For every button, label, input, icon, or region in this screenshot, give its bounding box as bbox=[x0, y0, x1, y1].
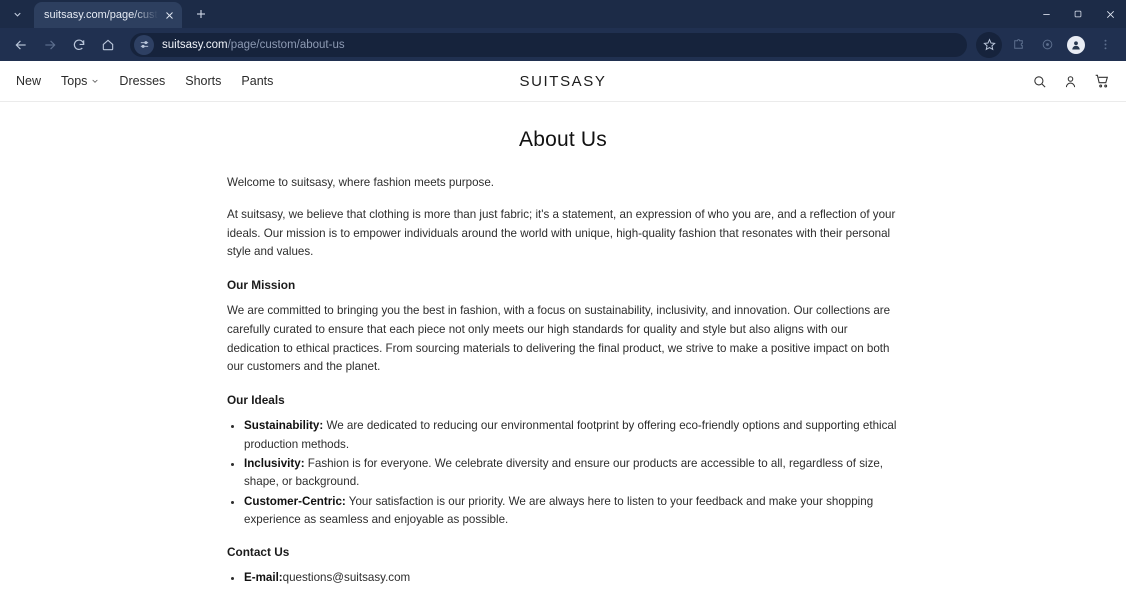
list-item: E-mail:questions@suitsasy.com bbox=[244, 569, 899, 588]
url-host: suitsasy.com bbox=[162, 38, 228, 51]
account-icon[interactable] bbox=[1063, 74, 1078, 89]
close-window-button[interactable] bbox=[1094, 0, 1126, 28]
content-wrapper: About Us Welcome to suitsasy, where fash… bbox=[227, 128, 899, 588]
tab-search-icon[interactable] bbox=[4, 1, 30, 27]
nav-item-pants[interactable]: Pants bbox=[241, 74, 273, 88]
nav-item-dresses[interactable]: Dresses bbox=[119, 74, 165, 88]
target-icon[interactable] bbox=[1034, 32, 1060, 58]
header-actions bbox=[1032, 73, 1110, 89]
nav-item-tops[interactable]: Tops bbox=[61, 74, 99, 88]
ideals-list: Sustainability: We are dedicated to redu… bbox=[227, 417, 899, 529]
mission-paragraph: We are committed to bringing you the bes… bbox=[227, 304, 891, 374]
tab-strip: suitsasy.com/page/custom/abo bbox=[0, 0, 1126, 28]
ideal-desc: We are dedicated to reducing our environ… bbox=[244, 419, 897, 451]
browser-window: suitsasy.com/page/custom/abo bbox=[0, 0, 1126, 602]
about-paragraph: At suitsasy, we believe that clothing is… bbox=[227, 207, 896, 259]
maximize-button[interactable] bbox=[1062, 0, 1094, 28]
email-value: questions@suitsasy.com bbox=[282, 571, 411, 585]
window-controls bbox=[1030, 0, 1126, 28]
forward-icon[interactable] bbox=[37, 32, 63, 58]
nav-label: Pants bbox=[241, 74, 274, 88]
ideals-heading: Our Ideals bbox=[227, 393, 285, 408]
url-text: suitsasy.com/page/custom/about-us bbox=[162, 39, 345, 51]
nav-label: Shorts bbox=[185, 74, 222, 88]
intro-paragraph: Welcome to suitsasy, where fashion meets… bbox=[227, 176, 494, 189]
nav-label: New bbox=[16, 74, 42, 88]
ideal-desc: Fashion is for everyone. We celebrate di… bbox=[244, 456, 884, 489]
back-icon[interactable] bbox=[8, 32, 34, 58]
browser-tab[interactable]: suitsasy.com/page/custom/abo bbox=[34, 2, 182, 28]
page-title: About Us bbox=[519, 128, 607, 151]
url-path: /page/custom/about-us bbox=[227, 38, 345, 51]
list-item: Customer-Centric: Your satisfaction is o… bbox=[244, 493, 899, 530]
tab-title: suitsasy.com/page/custom/abo bbox=[44, 9, 158, 21]
about-page-content: About Us Welcome to suitsasy, where fash… bbox=[0, 102, 1126, 588]
ideal-term: Customer-Centric: bbox=[244, 494, 346, 508]
star-icon[interactable] bbox=[976, 31, 1002, 58]
profile-icon[interactable] bbox=[1063, 32, 1089, 58]
primary-nav: New Tops Dresses Shorts Pants bbox=[16, 74, 273, 88]
site-settings-icon[interactable] bbox=[134, 34, 154, 55]
chevron-down-icon bbox=[91, 74, 99, 88]
site-header: New Tops Dresses Shorts Pants SUITSASY bbox=[0, 61, 1126, 102]
address-bar[interactable]: suitsasy.com/page/custom/about-us bbox=[130, 32, 967, 57]
cart-icon[interactable] bbox=[1094, 73, 1110, 89]
ideal-term: Inclusivity: bbox=[244, 456, 305, 470]
nav-label: Dresses bbox=[119, 74, 166, 88]
browser-toolbar: suitsasy.com/page/custom/about-us bbox=[0, 28, 1126, 61]
nav-item-shorts[interactable]: Shorts bbox=[185, 74, 221, 88]
reload-icon[interactable] bbox=[66, 32, 92, 58]
avatar bbox=[1067, 35, 1085, 54]
close-icon[interactable] bbox=[162, 8, 176, 22]
list-item: Inclusivity: Fashion is for everyone. We… bbox=[244, 455, 899, 492]
new-tab-button[interactable] bbox=[188, 1, 214, 27]
email-label: E-mail: bbox=[244, 571, 283, 585]
contact-heading: Contact Us bbox=[227, 545, 290, 560]
kebab-menu-icon[interactable] bbox=[1092, 32, 1118, 58]
ideal-term: Sustainability: bbox=[244, 419, 324, 433]
mission-heading: Our Mission bbox=[227, 278, 296, 293]
nav-item-new[interactable]: New bbox=[16, 74, 41, 88]
page-viewport: New Tops Dresses Shorts Pants SUITSASY A… bbox=[0, 61, 1126, 602]
home-icon[interactable] bbox=[95, 32, 121, 58]
minimize-button[interactable] bbox=[1030, 0, 1062, 28]
search-icon[interactable] bbox=[1032, 74, 1047, 89]
puzzle-icon[interactable] bbox=[1005, 32, 1031, 58]
contact-list: E-mail:questions@suitsasy.com bbox=[227, 569, 899, 588]
nav-label: Tops bbox=[61, 74, 88, 88]
list-item: Sustainability: We are dedicated to redu… bbox=[244, 417, 899, 454]
